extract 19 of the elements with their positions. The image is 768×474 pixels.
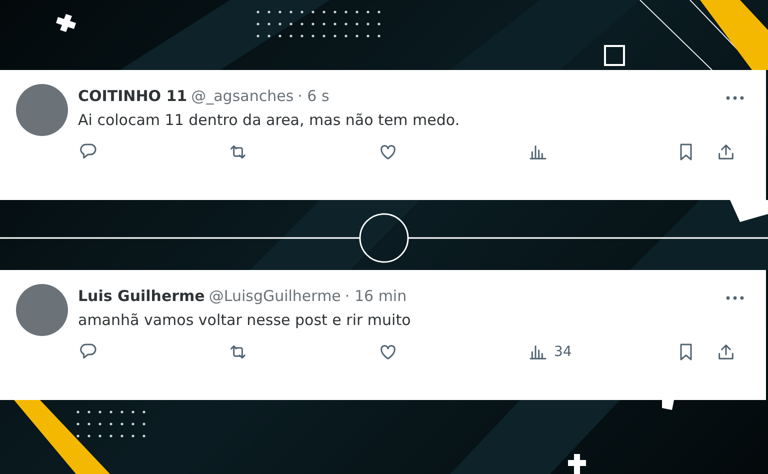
more-options-icon[interactable]: [726, 96, 744, 100]
avatar[interactable]: [16, 284, 68, 336]
post-text: Ai colocam 11 dentro da area, mas não tem medo.: [78, 110, 461, 131]
author-name[interactable]: COITINHO 11: [78, 86, 188, 106]
avatar[interactable]: [16, 84, 68, 136]
post-text: amanhã vamos voltar nesse post e rir muito: [78, 310, 412, 331]
heart-icon[interactable]: [378, 142, 398, 162]
share-icon[interactable]: [716, 342, 736, 362]
dot-grid-drawing: [76, 410, 146, 438]
author-name[interactable]: Luis Guilherme: [78, 286, 205, 306]
heart-icon[interactable]: [378, 342, 398, 362]
more-options-icon[interactable]: [726, 296, 744, 300]
author-handle[interactable]: @LuisgGuilherme: [208, 286, 341, 306]
post-time[interactable]: · 16 min: [344, 286, 407, 306]
author-handle[interactable]: @_agsanches: [191, 86, 294, 106]
view-count: 34: [554, 344, 572, 360]
share-icon[interactable]: [716, 142, 736, 162]
post-time[interactable]: · 6 s: [298, 86, 330, 106]
square-outline-icon: [604, 45, 625, 66]
